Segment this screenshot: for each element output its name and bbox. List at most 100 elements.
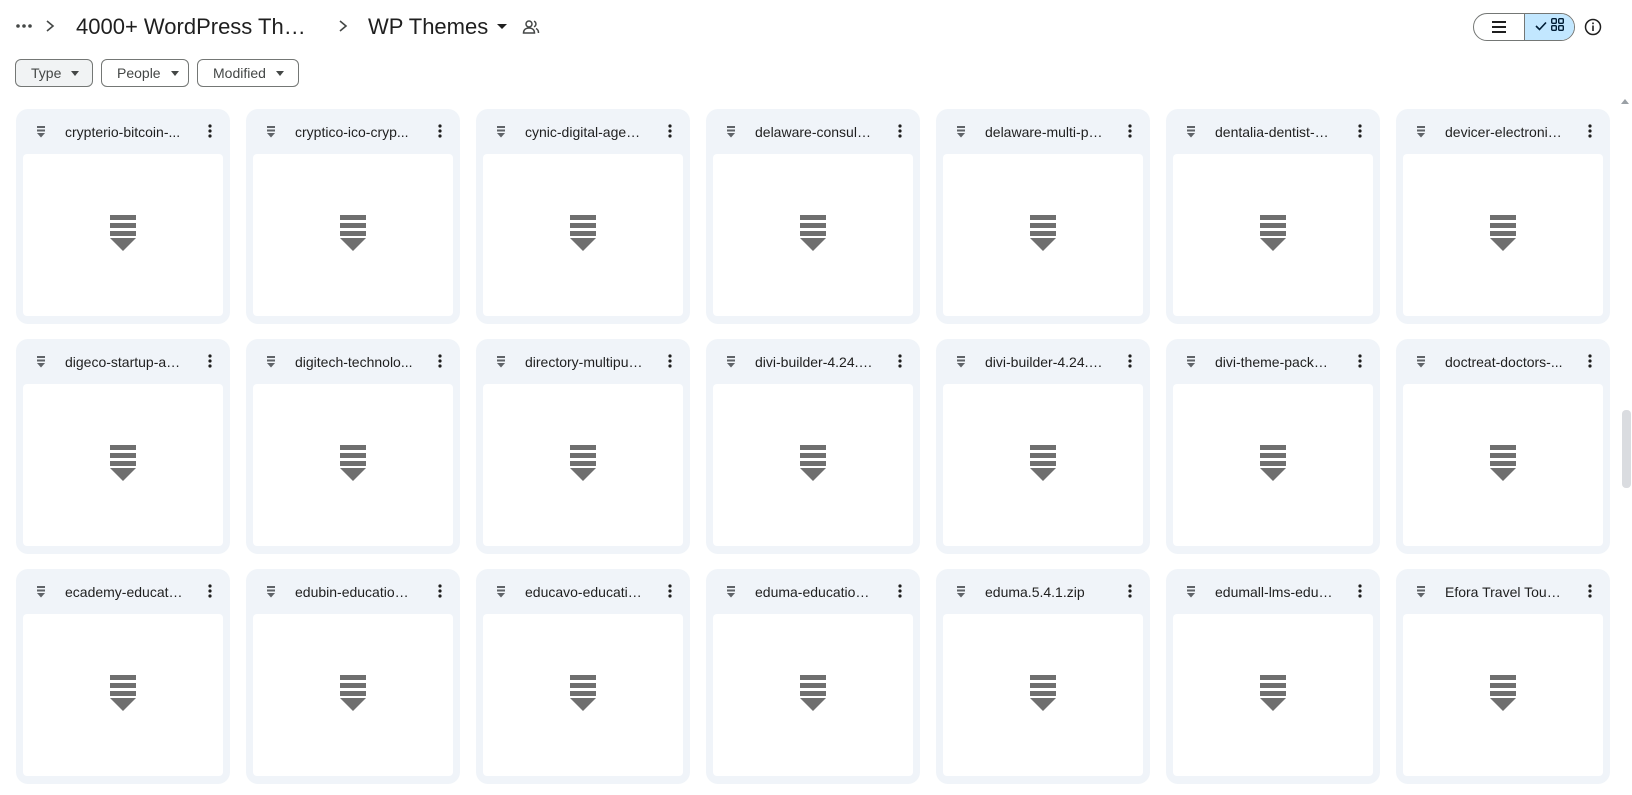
file-thumbnail[interactable]	[1403, 614, 1603, 776]
file-thumbnail[interactable]	[713, 614, 913, 776]
more-vert-icon[interactable]	[1578, 119, 1602, 143]
more-vert-icon[interactable]	[1118, 119, 1142, 143]
more-vert-icon[interactable]	[1578, 579, 1602, 603]
file-thumbnail[interactable]	[253, 384, 453, 546]
more-vert-icon[interactable]	[198, 119, 222, 143]
file-card[interactable]: devicer-electronic...	[1396, 109, 1610, 324]
zip-file-icon	[1414, 585, 1428, 599]
file-card[interactable]: delaware-multi-pu...	[936, 109, 1150, 324]
file-name[interactable]: divi-builder-4.24.0...	[755, 352, 873, 372]
file-thumbnail[interactable]	[713, 384, 913, 546]
file-card[interactable]: ecademy-educati...	[16, 569, 230, 784]
more-vert-icon[interactable]	[888, 579, 912, 603]
file-card[interactable]: Efora Travel Tour B...	[1396, 569, 1610, 784]
more-vert-icon[interactable]	[658, 119, 682, 143]
more-vert-icon[interactable]	[888, 119, 912, 143]
file-card-header: crypterio-bitcoin-...	[16, 109, 230, 153]
file-name[interactable]: ecademy-educati...	[65, 582, 183, 602]
file-name[interactable]: edubin-education-...	[295, 582, 413, 602]
more-horiz-icon[interactable]	[12, 14, 36, 38]
file-name[interactable]: directory-multipur...	[525, 352, 643, 372]
file-card[interactable]: educavo-educatio...	[476, 569, 690, 784]
filter-people-chip[interactable]: People	[101, 59, 189, 87]
file-name[interactable]: delaware-multi-pu...	[985, 122, 1103, 142]
file-card[interactable]: cynic-digital-agen...	[476, 109, 690, 324]
folder-title: WP Themes	[368, 14, 489, 39]
file-thumbnail[interactable]	[1173, 154, 1373, 316]
more-vert-icon[interactable]	[428, 349, 452, 373]
people-icon[interactable]	[520, 16, 542, 38]
file-card[interactable]: dentalia-dentist-m...	[1166, 109, 1380, 324]
file-name[interactable]: cryptico-ico-cryp...	[295, 122, 413, 142]
file-name[interactable]: delaware-consulti...	[755, 122, 873, 142]
more-vert-icon[interactable]	[1348, 349, 1372, 373]
more-vert-icon[interactable]	[198, 579, 222, 603]
file-card[interactable]: cryptico-ico-cryp...	[246, 109, 460, 324]
file-name[interactable]: Efora Travel Tour B...	[1445, 582, 1563, 602]
more-vert-icon[interactable]	[1348, 119, 1372, 143]
file-name[interactable]: doctreat-doctors-...	[1445, 352, 1563, 372]
file-name[interactable]: crypterio-bitcoin-...	[65, 122, 183, 142]
grid-view-button[interactable]	[1523, 14, 1574, 40]
file-name[interactable]: divi-builder-4.24.2...	[985, 352, 1103, 372]
file-card[interactable]: divi-builder-4.24.2...	[936, 339, 1150, 554]
info-icon[interactable]	[1582, 16, 1604, 38]
more-vert-icon[interactable]	[198, 349, 222, 373]
file-card[interactable]: edubin-education-...	[246, 569, 460, 784]
more-vert-icon[interactable]	[1118, 579, 1142, 603]
file-thumbnail[interactable]	[483, 154, 683, 316]
more-vert-icon[interactable]	[658, 579, 682, 603]
breadcrumb-current-folder[interactable]: WP Themes	[368, 12, 510, 42]
more-vert-icon[interactable]	[888, 349, 912, 373]
file-thumbnail[interactable]	[943, 614, 1143, 776]
file-name[interactable]: educavo-educatio...	[525, 582, 643, 602]
more-vert-icon[interactable]	[1118, 349, 1142, 373]
file-name[interactable]: divi-theme-packa...	[1215, 352, 1333, 372]
file-card[interactable]: digeco-startup-ag...	[16, 339, 230, 554]
file-name[interactable]: digeco-startup-ag...	[65, 352, 183, 372]
file-thumbnail[interactable]	[1173, 384, 1373, 546]
file-card[interactable]: divi-builder-4.24.0...	[706, 339, 920, 554]
file-thumbnail[interactable]	[1173, 614, 1373, 776]
breadcrumb-parent[interactable]: 4000+ WordPress The...	[76, 12, 314, 42]
file-name[interactable]: eduma-education-...	[755, 582, 873, 602]
scroll-up-arrow-icon[interactable]	[1621, 99, 1629, 104]
file-thumbnail[interactable]	[253, 154, 453, 316]
file-name[interactable]: eduma.5.4.1.zip	[985, 582, 1103, 602]
file-thumbnail[interactable]	[943, 384, 1143, 546]
filter-type-chip[interactable]: Type	[15, 59, 93, 87]
file-card[interactable]: doctreat-doctors-...	[1396, 339, 1610, 554]
more-vert-icon[interactable]	[428, 119, 452, 143]
file-card[interactable]: eduma.5.4.1.zip	[936, 569, 1150, 784]
list-view-icon[interactable]	[1474, 14, 1524, 40]
file-thumbnail[interactable]	[23, 154, 223, 316]
file-name[interactable]: edumall-lms-educ...	[1215, 582, 1333, 602]
file-name[interactable]: devicer-electronic...	[1445, 122, 1563, 142]
file-thumbnail[interactable]	[253, 614, 453, 776]
file-card[interactable]: eduma-education-...	[706, 569, 920, 784]
more-vert-icon[interactable]	[1578, 349, 1602, 373]
file-thumbnail[interactable]	[23, 614, 223, 776]
file-thumbnail[interactable]	[1403, 384, 1603, 546]
file-card[interactable]: directory-multipur...	[476, 339, 690, 554]
file-name[interactable]: cynic-digital-agen...	[525, 122, 643, 142]
file-thumbnail[interactable]	[713, 154, 913, 316]
file-card[interactable]: divi-theme-packa...	[1166, 339, 1380, 554]
file-card[interactable]: delaware-consulti...	[706, 109, 920, 324]
more-vert-icon[interactable]	[428, 579, 452, 603]
more-vert-icon[interactable]	[658, 349, 682, 373]
scrollbar-thumb[interactable]	[1622, 410, 1631, 488]
file-thumbnail[interactable]	[483, 384, 683, 546]
file-thumbnail[interactable]	[943, 154, 1143, 316]
file-card[interactable]: digitech-technolo...	[246, 339, 460, 554]
file-thumbnail[interactable]	[23, 384, 223, 546]
file-name[interactable]: dentalia-dentist-m...	[1215, 122, 1333, 142]
file-thumbnail[interactable]	[1403, 154, 1603, 316]
zip-file-icon	[1414, 125, 1428, 139]
file-thumbnail[interactable]	[483, 614, 683, 776]
filter-modified-chip[interactable]: Modified	[197, 59, 299, 87]
file-card[interactable]: crypterio-bitcoin-...	[16, 109, 230, 324]
file-name[interactable]: digitech-technolo...	[295, 352, 413, 372]
file-card[interactable]: edumall-lms-educ...	[1166, 569, 1380, 784]
more-vert-icon[interactable]	[1348, 579, 1372, 603]
